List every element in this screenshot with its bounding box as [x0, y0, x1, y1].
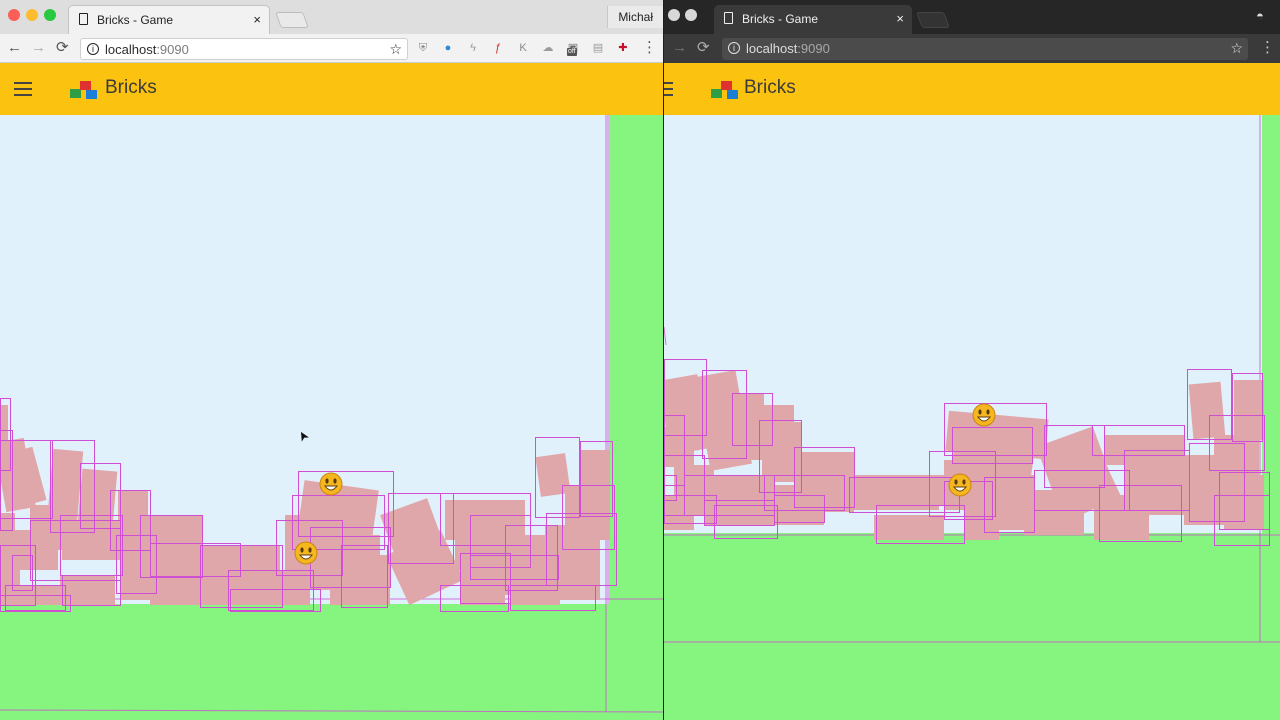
smiley-eye	[986, 409, 990, 415]
boundary-line	[664, 326, 667, 346]
minimize-window-button[interactable]	[26, 9, 38, 21]
bricks-logo-icon	[711, 79, 739, 99]
browser-toolbar: ← → ⟳ i localhost:9090 ☆ ⛨ ● ϟƒK ☁ ▣off ▤ ✚ ⋮	[0, 34, 663, 63]
forward-button[interactable]: →	[672, 38, 687, 58]
app-title: Bricks	[105, 77, 157, 98]
new-tab-button[interactable]	[275, 12, 309, 28]
hamburger-menu-icon[interactable]	[664, 82, 673, 96]
tab-close-icon[interactable]: ×	[253, 6, 261, 34]
cloud-extension-icon[interactable]: ☁	[541, 41, 555, 55]
incognito-icon: ◓	[1256, 8, 1264, 23]
new-tab-button[interactable]	[916, 12, 950, 28]
address-host: localhost	[105, 42, 157, 57]
brick	[200, 575, 230, 605]
address-port: :9090	[156, 42, 189, 57]
smiley-eye	[954, 479, 958, 485]
minimize-window-button[interactable]	[685, 9, 697, 21]
brick	[964, 510, 999, 540]
address-bar[interactable]: i localhost:9090 ☆	[80, 38, 408, 60]
ground-area	[664, 533, 1280, 720]
browser-toolbar: → ⟳ i localhost:9090 ☆ ⋮	[664, 34, 1280, 63]
brick	[1188, 381, 1226, 440]
game-canvas[interactable]	[0, 115, 663, 720]
smiley-icon	[972, 403, 996, 427]
bricks-logo-icon	[70, 79, 98, 99]
close-window-button[interactable]	[8, 9, 20, 21]
off-badge: off	[567, 48, 577, 56]
app-bar: Bricks	[664, 63, 1280, 115]
smiley-icon	[948, 473, 972, 497]
chart-extension-icon[interactable]: ▤	[591, 41, 605, 55]
brick	[330, 575, 370, 605]
brick	[60, 575, 115, 605]
brick	[77, 468, 118, 527]
reload-button[interactable]: ⟳	[697, 38, 710, 58]
off-extension-icon[interactable]: ▣off	[566, 41, 580, 56]
brick	[664, 427, 694, 467]
brick	[62, 520, 122, 560]
tab-close-icon[interactable]: ×	[896, 5, 904, 33]
hamburger-menu-icon[interactable]	[14, 82, 32, 96]
maximize-window-button[interactable]	[44, 9, 56, 21]
address-host: localhost	[746, 41, 798, 56]
page-icon	[79, 13, 88, 25]
smiley-eye	[300, 547, 304, 553]
brick	[1234, 380, 1264, 440]
address-bar[interactable]: i localhost:9090 ☆	[722, 38, 1248, 60]
physics-scene[interactable]	[0, 115, 663, 720]
brick	[545, 525, 600, 600]
close-window-button[interactable]	[668, 9, 680, 21]
ground-area	[0, 604, 663, 720]
app-bar: Bricks	[0, 63, 663, 115]
tab-bricks-game[interactable]: Bricks - Game ×	[714, 5, 912, 34]
smiley-icon	[294, 541, 318, 565]
smiley-eye	[962, 479, 966, 485]
reload-button[interactable]: ⟳	[56, 38, 69, 58]
bookmark-star-icon[interactable]: ☆	[1230, 38, 1243, 59]
forward-button[interactable]: →	[31, 38, 46, 58]
physics-scene[interactable]	[664, 115, 1280, 720]
brick	[0, 555, 20, 590]
f-extension-icon[interactable]: ƒ	[491, 41, 505, 55]
info-icon[interactable]: i	[87, 43, 99, 55]
tab-strip: Bricks - Game × Michał	[0, 0, 663, 34]
bookmark-star-icon[interactable]: ☆	[389, 39, 402, 60]
smiley-icon	[319, 472, 343, 496]
browser-window-right: Bricks - Game × ◓ → ⟳ i localhost:9090 ☆…	[664, 0, 1280, 720]
brick	[460, 560, 505, 605]
tab-bricks-game[interactable]: Bricks - Game ×	[68, 5, 270, 34]
address-port: :9090	[797, 41, 830, 56]
brick	[874, 515, 944, 540]
k-extension-icon[interactable]: K	[516, 41, 530, 55]
smiley-eye	[325, 478, 329, 484]
tab-strip: Bricks - Game × ◓	[664, 0, 1280, 34]
browser-menu-icon[interactable]: ⋮	[642, 40, 657, 56]
smiley-eye	[978, 409, 982, 415]
back-button[interactable]: ←	[7, 38, 22, 58]
brick	[1094, 495, 1149, 540]
brick	[1024, 490, 1084, 535]
smiley-eye	[308, 547, 312, 553]
page-icon	[724, 12, 733, 24]
profile-button[interactable]: Michał	[607, 6, 663, 28]
tab-title: Bricks - Game	[742, 12, 819, 26]
info-icon[interactable]: i	[728, 42, 740, 54]
right-wall	[609, 115, 663, 604]
globe-extension-icon[interactable]: ●	[441, 41, 455, 55]
tab-title: Bricks - Game	[97, 13, 174, 27]
app-title: Bricks	[744, 77, 796, 98]
smiley-eye	[333, 478, 337, 484]
shield-extension-icon[interactable]: ⛨	[416, 41, 430, 55]
uk-flag-extension-icon[interactable]: ✚	[616, 41, 630, 55]
browser-menu-icon[interactable]: ⋮	[1260, 40, 1275, 56]
game-canvas[interactable]	[664, 115, 1280, 720]
bolt-extension-icon[interactable]: ϟ	[466, 41, 480, 55]
browser-window-left: Bricks - Game × Michał ← → ⟳ i localhost…	[0, 0, 663, 720]
